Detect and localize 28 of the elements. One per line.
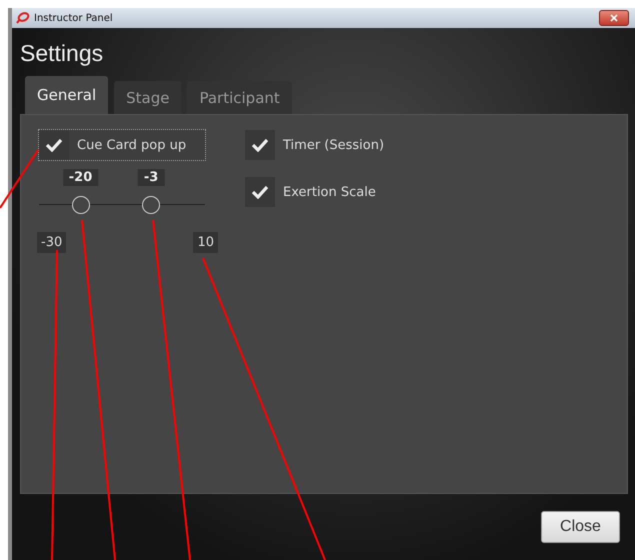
app-logo-icon [16,12,30,24]
checkbox-option[interactable]: Cue Card pop up [39,130,205,160]
checkbox[interactable] [245,177,275,207]
window-title: Instructor Panel [34,12,114,24]
checkmark-icon [45,138,63,152]
option-label: Timer (Session) [283,138,384,152]
tab[interactable]: Participant [187,81,292,114]
checkbox-option[interactable]: Exertion Scale [245,177,384,207]
close-button[interactable]: Close [541,511,620,543]
settings-heading: Settings [20,40,104,67]
checkbox-option[interactable]: Timer (Session) [245,130,384,160]
slider-thumb[interactable] [142,196,160,214]
option-label: Exertion Scale [283,184,376,200]
slider-value: -20 [62,169,98,186]
tab[interactable]: Stage [114,81,182,114]
slider-min-label: -30 [37,232,66,253]
tab[interactable]: General [25,76,108,114]
checkmark-icon [251,185,269,199]
close-icon [610,14,618,22]
slider-value: -3 [138,169,164,186]
checkbox[interactable] [245,130,275,160]
close-button[interactable] [599,10,629,26]
checkbox[interactable] [39,130,69,160]
slider-max-label: 10 [193,232,218,253]
checkmark-icon [251,138,269,152]
option-label: Cue Card pop up [77,138,186,152]
leader-line [0,149,39,209]
slider-thumb[interactable] [72,196,90,214]
